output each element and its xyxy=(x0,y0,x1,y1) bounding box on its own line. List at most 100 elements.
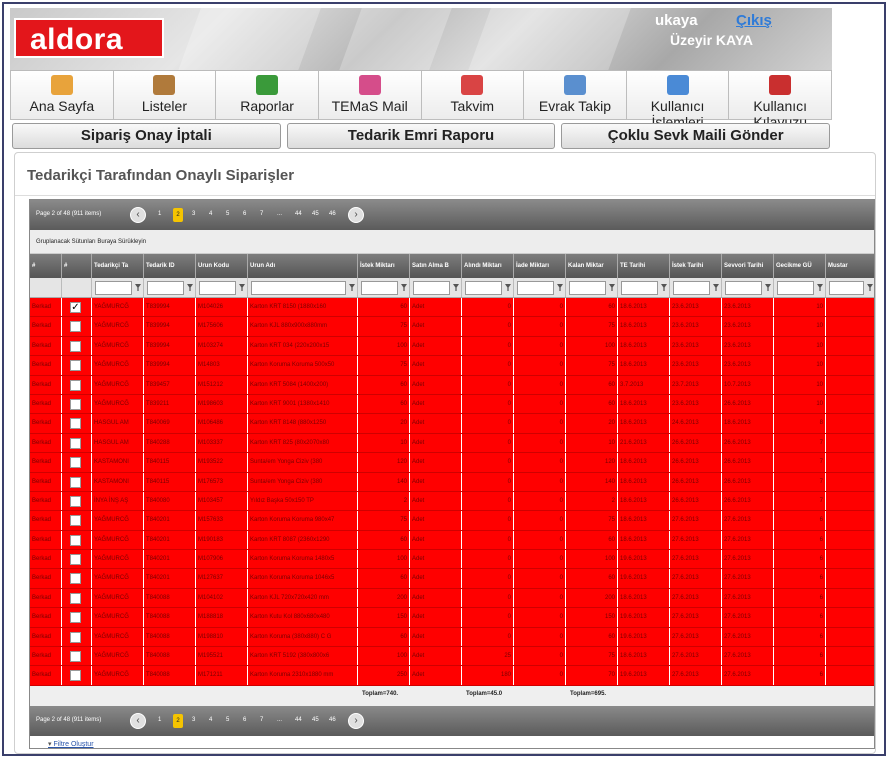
page-link[interactable]: 5 xyxy=(226,717,229,723)
column-header[interactable]: TE Tarihi xyxy=(618,254,670,278)
column-header[interactable]: İstek Tarihi xyxy=(670,254,722,278)
column-filter-input[interactable] xyxy=(569,281,606,295)
row-checkbox[interactable] xyxy=(70,321,81,333)
row-checkbox[interactable] xyxy=(70,670,81,682)
previous-page-button[interactable]: ‹ xyxy=(130,713,146,729)
table-row[interactable]: Berkad KASTAMONI T840115 M193522 Sunta/em Yo… xyxy=(30,453,874,473)
table-row[interactable]: Berkad YAĞMURCĞ T840201 M157633 Karton Korum… xyxy=(30,511,874,531)
table-row[interactable]: Berkad YAĞMURCĞ T839457 M151212 Karton KRT 5… xyxy=(30,375,874,395)
column-filter-input[interactable] xyxy=(199,281,236,295)
page-link[interactable]: 6 xyxy=(243,717,246,723)
row-action-link[interactable]: Berkad xyxy=(30,356,62,375)
column-header[interactable]: # xyxy=(30,254,62,278)
next-page-button[interactable]: › xyxy=(348,713,364,729)
table-row[interactable]: Berkad YAĞMURCĞ T840088 M195521 Karton KRT 5… xyxy=(30,647,874,667)
row-action-link[interactable]: Berkad xyxy=(30,336,62,356)
filter-icon[interactable] xyxy=(765,284,771,291)
page-link[interactable]: 44 xyxy=(295,717,302,723)
filter-icon[interactable] xyxy=(505,284,511,291)
filter-icon[interactable] xyxy=(609,284,615,291)
row-action-link[interactable]: Berkad xyxy=(30,472,62,491)
filter-icon[interactable] xyxy=(187,284,193,291)
table-row[interactable]: Berkad YAĞMURCĞ T839994 M175606 Karton KJL 8… xyxy=(30,317,874,337)
menu-item-1[interactable]: Listeler xyxy=(113,71,217,120)
column-filter-input[interactable] xyxy=(413,281,450,295)
group-panel[interactable]: Gruplanacak Sütunları Buraya Sürükleyin xyxy=(30,230,874,254)
row-checkbox[interactable] xyxy=(70,398,81,410)
filter-icon[interactable] xyxy=(349,284,355,291)
row-action-link[interactable]: Berkad xyxy=(30,588,62,608)
column-header[interactable]: Mustar xyxy=(826,254,874,278)
page-link[interactable]: 46 xyxy=(329,717,336,723)
page-link[interactable]: 2 xyxy=(173,208,183,222)
page-link[interactable]: 44 xyxy=(295,211,302,217)
table-row[interactable]: Berkad YAĞMURCĞ T839211 M198603 Karton KRT 9… xyxy=(30,394,874,415)
menu-item-2[interactable]: Raporlar xyxy=(216,71,319,120)
row-checkbox[interactable] xyxy=(70,360,81,372)
page-link[interactable]: 6 xyxy=(243,211,246,217)
row-checkbox[interactable] xyxy=(70,379,81,391)
page-link[interactable]: 4 xyxy=(209,717,212,723)
column-filter-input[interactable] xyxy=(361,281,398,295)
row-checkbox[interactable] xyxy=(70,476,81,488)
column-filter-input[interactable] xyxy=(95,281,132,295)
row-checkbox[interactable] xyxy=(70,573,81,585)
column-header[interactable]: Gecikme GÜ xyxy=(774,254,826,278)
page-link[interactable]: 3 xyxy=(192,211,195,217)
row-action-link[interactable]: Berkad xyxy=(30,666,62,685)
menu-item-0[interactable]: Ana Sayfa xyxy=(10,71,114,120)
create-filter-link[interactable]: ▾ Filtre Oluştur xyxy=(48,740,94,748)
page-link[interactable]: 7 xyxy=(260,717,263,723)
row-checkbox[interactable] xyxy=(70,515,81,527)
aldora-logo[interactable]: aldora xyxy=(14,18,164,58)
page-link[interactable]: 1 xyxy=(158,211,161,217)
menu-item-4[interactable]: Takvim xyxy=(421,71,525,120)
page-link[interactable]: ... xyxy=(277,211,282,217)
filter-icon[interactable] xyxy=(557,284,563,291)
row-checkbox[interactable] xyxy=(70,651,81,663)
row-action-link[interactable]: Berkad xyxy=(30,530,62,550)
row-action-link[interactable]: Berkad xyxy=(30,511,62,530)
row-action-link[interactable]: Berkad xyxy=(30,375,62,394)
filter-icon[interactable] xyxy=(401,284,407,291)
row-action-link[interactable]: Berkad xyxy=(30,491,62,511)
column-header[interactable]: Urun Adı xyxy=(248,254,358,278)
row-checkbox[interactable] xyxy=(70,554,81,566)
column-header[interactable]: Kalan Miktar xyxy=(566,254,618,278)
table-row[interactable]: Berkad HASGUL AM T840288 M103337 Karton KRT … xyxy=(30,433,874,454)
column-filter-input[interactable] xyxy=(725,281,762,295)
row-action-link[interactable]: Berkad xyxy=(30,394,62,414)
table-row[interactable]: Berkad YAĞMURCĞ T840088 M188818 Karton Kutu … xyxy=(30,608,874,628)
column-header[interactable]: Urun Kodu xyxy=(196,254,248,278)
row-checkbox[interactable] xyxy=(70,534,81,546)
row-action-link[interactable]: Berkad xyxy=(30,569,62,588)
menu-item-6[interactable]: Kullanıcı İşlemleri xyxy=(626,71,730,130)
column-filter-input[interactable] xyxy=(147,281,184,295)
row-action-link[interactable]: Berkad xyxy=(30,453,62,472)
column-filter-input[interactable] xyxy=(517,281,554,295)
row-action-link[interactable]: Berkad xyxy=(30,647,62,666)
table-row[interactable]: Berkad İNYA İNŞ AŞ T840080 M103457 Yıldız Ba… xyxy=(30,491,874,512)
row-checkbox[interactable] xyxy=(70,457,81,469)
page-link[interactable]: ... xyxy=(277,717,282,723)
filter-icon[interactable] xyxy=(867,284,873,291)
table-row[interactable]: Berkad YAĞMURCĞ T840201 M190183 Karton KRT 8… xyxy=(30,530,874,551)
table-row[interactable]: Berkad YAĞMURCĞ T839994 M103274 Karton KRT 0… xyxy=(30,336,874,357)
menu-item-3[interactable]: TEMaS Mail xyxy=(318,71,422,120)
page-link[interactable]: 5 xyxy=(226,211,229,217)
row-checkbox[interactable] xyxy=(70,631,81,643)
page-link[interactable]: 2 xyxy=(173,714,183,728)
column-filter-input[interactable] xyxy=(673,281,710,295)
supply-order-report-button[interactable]: Tedarik Emri Raporu xyxy=(286,123,556,149)
table-row[interactable]: Berkad YAĞMURCĞ T840201 M127637 Karton Korum… xyxy=(30,569,874,589)
multi-shipment-mail-button[interactable]: Çoklu Sevk Maili Gönder xyxy=(561,123,831,149)
page-link[interactable]: 45 xyxy=(312,717,319,723)
column-header[interactable]: İade Miktarı xyxy=(514,254,566,278)
row-action-link[interactable]: Berkad xyxy=(30,414,62,433)
column-filter-input[interactable] xyxy=(621,281,658,295)
table-row[interactable]: Berkad YAĞMURCĞ T840088 M104102 Karton KJL 7… xyxy=(30,588,874,609)
logout-link[interactable]: Çıkış xyxy=(736,12,772,29)
table-row[interactable]: Berkad YAĞMURCĞ T840088 M198810 Karton Korum… xyxy=(30,627,874,648)
cancel-order-approval-button[interactable]: Sipariş Onay İptali xyxy=(12,123,281,149)
row-action-link[interactable]: Berkad xyxy=(30,317,62,336)
